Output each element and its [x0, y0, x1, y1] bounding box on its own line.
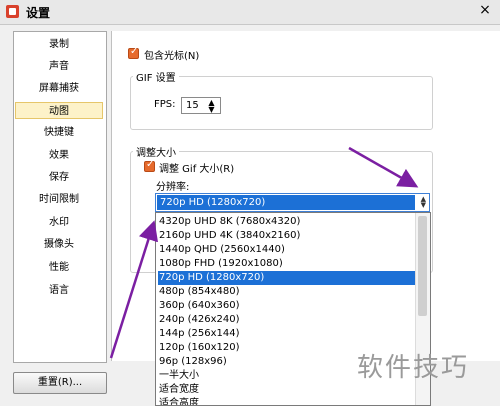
arrow-to-dropdown-icon	[109, 220, 159, 359]
annotation-arrows	[109, 146, 419, 359]
arrow-to-combo-icon	[348, 146, 419, 188]
watermark-text: 软件技巧	[357, 353, 470, 383]
